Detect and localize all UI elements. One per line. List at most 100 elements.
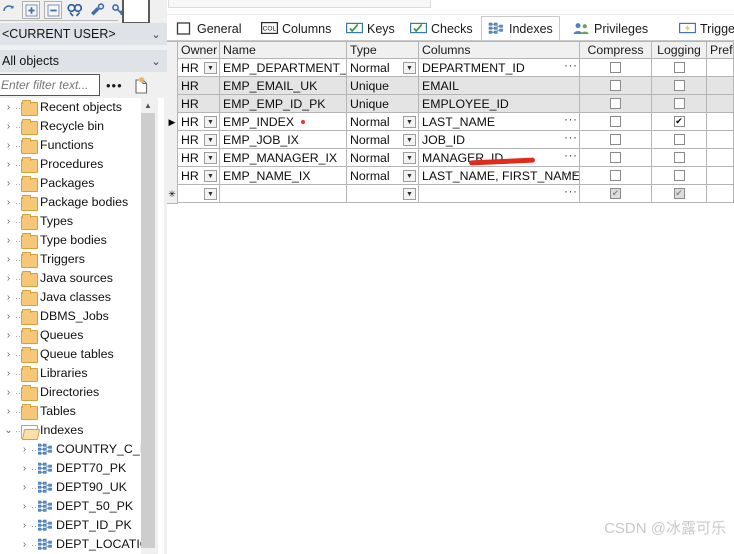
cell-type[interactable]: Normal ▼ (347, 59, 419, 77)
chevron-down-icon[interactable]: ⌄ (145, 28, 167, 41)
logging-checkbox[interactable]: ✔ (673, 116, 685, 127)
row-selector[interactable] (167, 131, 178, 150)
tab-checks[interactable]: Checks (403, 16, 480, 41)
column-header-columns[interactable]: Columns (419, 41, 580, 59)
cell-name[interactable]: EMP_JOB_IX (220, 131, 347, 149)
column-header-name[interactable]: Name (220, 41, 347, 59)
row-selector[interactable]: ✳ (167, 185, 178, 204)
cell-columns[interactable]: ··· (419, 185, 580, 203)
cell-columns[interactable]: LAST_NAME ··· (419, 113, 580, 131)
dropdown-arrow-icon[interactable]: ▼ (403, 188, 416, 200)
cell-logging[interactable] (652, 95, 707, 113)
ellipsis-button[interactable]: ··· (564, 185, 577, 200)
cell-owner[interactable]: HR (178, 77, 220, 95)
cell-name[interactable]: EMP_EMP_ID_PK (220, 95, 347, 113)
chevron-right-icon[interactable]: › (2, 368, 15, 379)
chevron-right-icon[interactable]: › (2, 406, 15, 417)
logging-checkbox[interactable] (673, 80, 685, 91)
indexes-grid[interactable]: OwnerNameTypeColumnsCompressLoggingPrefi… (167, 41, 734, 204)
cell-prefix[interactable] (707, 95, 734, 113)
cell-prefix[interactable] (707, 113, 734, 131)
cell-compress[interactable] (580, 149, 652, 167)
dropdown-arrow-icon[interactable]: ▼ (403, 152, 416, 164)
chevron-right-icon[interactable]: › (18, 520, 31, 531)
compress-checkbox[interactable] (610, 98, 621, 109)
cell-compress[interactable] (580, 77, 652, 95)
chevron-right-icon[interactable]: › (18, 463, 31, 474)
cell-owner[interactable]: HR ▼ (178, 149, 220, 167)
cell-compress[interactable] (580, 113, 652, 131)
dropdown-arrow-icon[interactable]: ▼ (403, 62, 416, 74)
cell-compress[interactable] (580, 95, 652, 113)
cell-logging[interactable]: ✔ (652, 185, 707, 203)
ellipsis-button[interactable]: ··· (564, 149, 577, 164)
chevron-right-icon[interactable]: › (18, 501, 31, 512)
detached-panel-button[interactable] (122, 0, 150, 24)
dropdown-arrow-icon[interactable]: ▼ (403, 170, 416, 182)
ellipsis-button[interactable]: ··· (564, 113, 577, 128)
cell-logging[interactable] (652, 59, 707, 77)
compress-checkbox[interactable] (610, 116, 621, 127)
dropdown-arrow-icon[interactable]: ▼ (204, 152, 217, 164)
chevron-right-icon[interactable]: › (2, 197, 15, 208)
logging-checkbox[interactable] (673, 170, 685, 181)
column-header-compress[interactable]: Compress (580, 41, 652, 59)
dropdown-arrow-icon[interactable]: ▼ (204, 188, 217, 200)
ellipsis-button[interactable]: ··· (564, 59, 577, 74)
compress-checkbox[interactable] (610, 134, 621, 145)
cell-columns[interactable]: MANAGER_ID ··· (419, 149, 580, 167)
refresh-icon[interactable] (0, 1, 18, 19)
chevron-right-icon[interactable]: › (2, 292, 15, 303)
filter-key-icon[interactable] (88, 1, 106, 19)
current-user-combo[interactable]: <CURRENT USER> ⌄ (0, 23, 167, 45)
table-row[interactable]: HR EMP_EMAIL_UK Unique EMAIL (167, 77, 734, 96)
chevron-right-icon[interactable]: › (2, 216, 15, 227)
row-selector[interactable] (167, 95, 178, 114)
logging-checkbox[interactable] (673, 134, 685, 145)
cell-type[interactable]: Normal ▼ (347, 167, 419, 185)
cell-logging[interactable] (652, 167, 707, 185)
cell-columns[interactable]: JOB_ID ··· (419, 131, 580, 149)
chevron-right-icon[interactable]: › (2, 387, 15, 398)
chevron-right-icon[interactable]: › (2, 349, 15, 360)
cell-name[interactable]: EMP_EMAIL_UK (220, 77, 347, 95)
compress-checkbox[interactable] (610, 62, 621, 73)
cell-owner[interactable]: HR ▼ (178, 59, 220, 77)
chevron-right-icon[interactable]: › (2, 330, 15, 341)
row-selector[interactable] (167, 149, 178, 168)
dropdown-arrow-icon[interactable]: ▼ (403, 134, 416, 146)
cell-prefix[interactable] (707, 59, 734, 77)
column-header-logging[interactable]: Logging (652, 41, 707, 59)
chevron-right-icon[interactable]: › (2, 235, 15, 246)
object-type-combo[interactable]: All objects ⌄ (0, 50, 167, 72)
row-selector[interactable] (167, 167, 178, 186)
logging-checkbox[interactable] (673, 62, 685, 73)
table-row[interactable]: HR ▼ EMP_NAME_IX Normal ▼ LAST_NAME, FIRST_NA… (167, 167, 734, 186)
cell-prefix[interactable] (707, 131, 734, 149)
cell-owner[interactable]: HR ▼ (178, 131, 220, 149)
cell-compress[interactable] (580, 167, 652, 185)
chevron-right-icon[interactable]: › (2, 102, 15, 113)
column-header-prefix-l[interactable]: Prefix l (707, 41, 734, 59)
new-filter-icon[interactable] (130, 76, 150, 96)
compress-checkbox[interactable]: ✔ (610, 188, 621, 199)
column-header-type[interactable]: Type (347, 41, 419, 59)
cell-type[interactable]: Unique (347, 77, 419, 95)
chevron-right-icon[interactable]: › (2, 254, 15, 265)
table-row[interactable]: HR EMP_EMP_ID_PK Unique EMPLOYEE_ID (167, 95, 734, 114)
cell-owner[interactable]: HR ▼ (178, 113, 220, 131)
dropdown-arrow-icon[interactable]: ▼ (204, 116, 217, 128)
tab-privileges[interactable]: Privileges (566, 16, 655, 41)
find-icon[interactable] (66, 1, 84, 19)
cell-name[interactable]: EMP_MANAGER_IX (220, 149, 347, 167)
filter-options-button[interactable]: ••• (106, 79, 126, 94)
table-row[interactable]: ✳ ▼ ▼ ··· ✔ ✔ (167, 185, 734, 204)
tab-columns[interactable]: COL Columns (254, 16, 338, 41)
table-row[interactable]: HR ▼ EMP_JOB_IX Normal ▼ JOB_ID ··· (167, 131, 734, 150)
cell-prefix[interactable] (707, 167, 734, 185)
scroll-up-icon[interactable]: ▲ (141, 98, 155, 113)
ellipsis-button[interactable]: ··· (564, 131, 577, 146)
logging-checkbox[interactable] (673, 98, 685, 109)
column-header-owner[interactable]: Owner (178, 41, 220, 59)
cell-name[interactable]: EMP_DEPARTMENT_IX (220, 59, 347, 77)
